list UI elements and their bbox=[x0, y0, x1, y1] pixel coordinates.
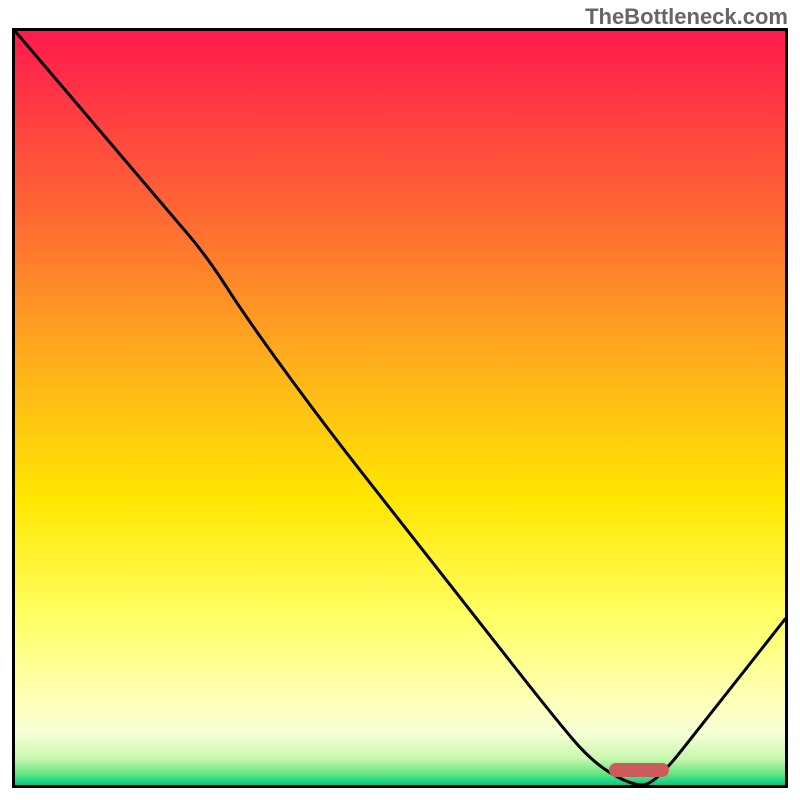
optimal-marker-pill bbox=[609, 763, 669, 777]
chart-frame bbox=[12, 28, 788, 788]
attribution-text: TheBottleneck.com bbox=[585, 4, 788, 30]
bottleneck-curve bbox=[15, 31, 785, 785]
